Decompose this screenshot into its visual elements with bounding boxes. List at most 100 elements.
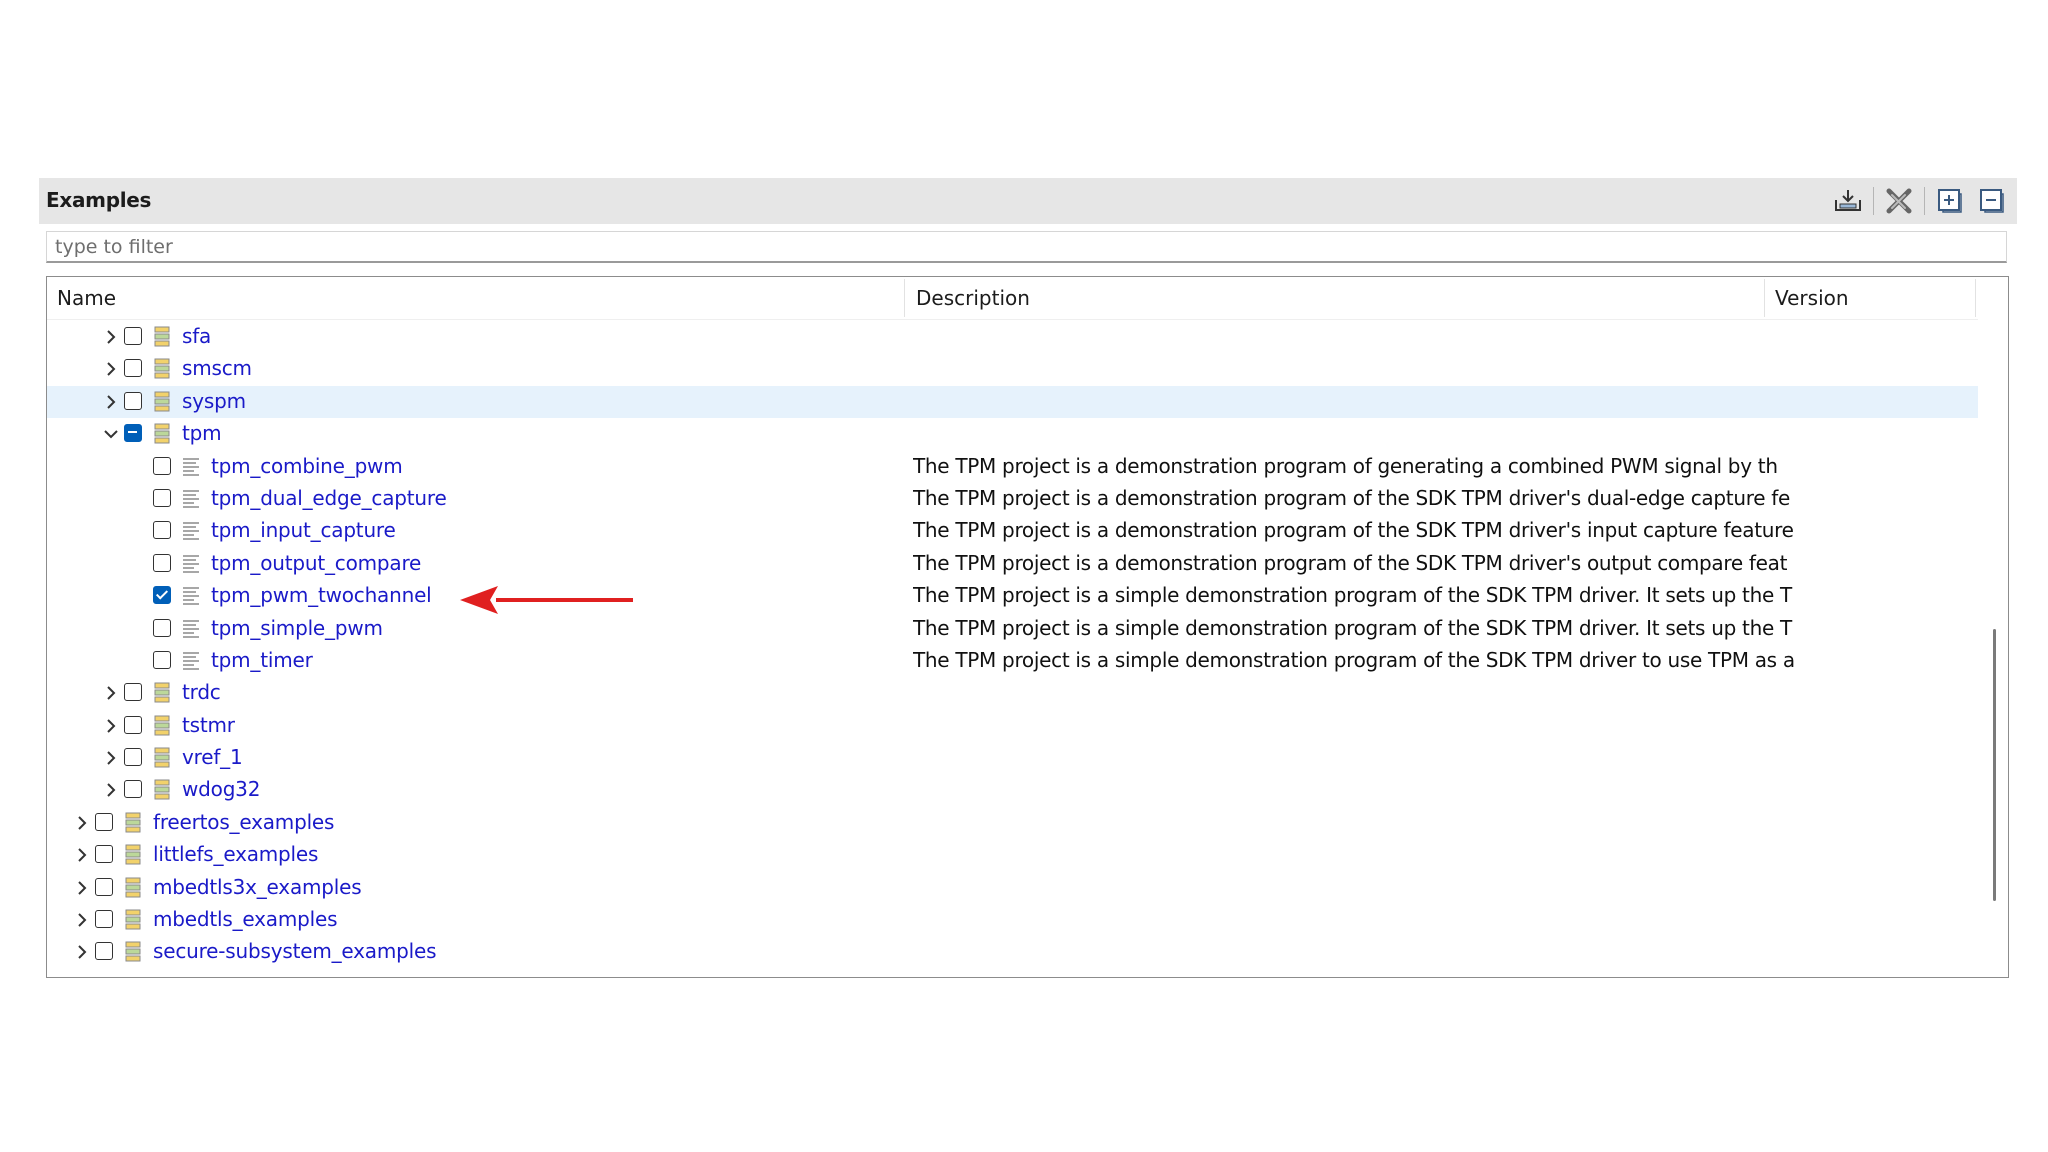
- row-name[interactable]: tpm_dual_edge_capture: [211, 486, 447, 510]
- chevron-down-icon[interactable]: [102, 424, 120, 444]
- chevron-right-icon[interactable]: [102, 327, 120, 347]
- expand-all-icon[interactable]: [1933, 184, 1967, 218]
- chevron-right-icon[interactable]: [102, 392, 120, 412]
- row-checkbox[interactable]: [153, 456, 171, 475]
- column-header-version[interactable]: Version: [1775, 277, 1849, 319]
- row-checkbox[interactable]: [95, 845, 113, 864]
- example-group-icon: [153, 358, 171, 380]
- example-project-row[interactable]: tpm_dual_edge_capture The TPM project is …: [47, 483, 1980, 515]
- example-folder-row[interactable]: syspm: [47, 385, 1980, 419]
- row-name[interactable]: secure-subsystem_examples: [153, 939, 437, 963]
- row-name[interactable]: vref_1: [182, 745, 243, 769]
- row-name[interactable]: wdog32: [182, 777, 260, 801]
- column-separator[interactable]: [904, 279, 905, 317]
- row-checkbox[interactable]: [124, 391, 142, 410]
- example-group-icon: [124, 812, 142, 834]
- row-name[interactable]: tpm: [182, 421, 222, 445]
- row-checkbox[interactable]: [153, 521, 171, 540]
- row-checkbox[interactable]: [153, 488, 171, 507]
- row-name[interactable]: smscm: [182, 356, 252, 380]
- row-checkbox[interactable]: [95, 942, 113, 961]
- row-name[interactable]: tpm_pwm_twochannel: [211, 583, 432, 607]
- document-icon: [182, 488, 200, 510]
- example-folder-row[interactable]: smscm: [47, 353, 1980, 385]
- example-folder-row[interactable]: secure-subsystem_examples: [47, 936, 1980, 968]
- row-checkbox[interactable]: [153, 586, 171, 605]
- chevron-right-icon[interactable]: [73, 845, 91, 865]
- example-folder-row[interactable]: mbedtls3x_examples: [47, 872, 1980, 904]
- chevron-right-icon[interactable]: [73, 878, 91, 898]
- example-folder-row[interactable]: mbedtls_examples: [47, 904, 1980, 936]
- example-folder-row[interactable]: vref_1: [47, 742, 1980, 774]
- column-header-description[interactable]: Description: [916, 277, 1030, 319]
- row-checkbox[interactable]: [124, 327, 142, 345]
- row-checkbox[interactable]: [95, 812, 113, 831]
- column-separator[interactable]: [1975, 279, 1976, 317]
- example-project-row[interactable]: tpm_output_compare The TPM project is a d…: [47, 548, 1980, 580]
- row-checkbox[interactable]: [153, 618, 171, 637]
- row-name[interactable]: tpm_combine_pwm: [211, 454, 403, 478]
- row-checkbox[interactable]: [95, 877, 113, 896]
- row-checkbox[interactable]: [124, 424, 142, 443]
- row-name[interactable]: freertos_examples: [153, 810, 334, 834]
- row-checkbox[interactable]: [95, 910, 113, 929]
- example-folder-row[interactable]: wdog32: [47, 774, 1980, 806]
- row-checkbox[interactable]: [124, 715, 142, 734]
- chevron-right-icon[interactable]: [73, 910, 91, 930]
- row-name[interactable]: tpm_simple_pwm: [211, 616, 383, 640]
- example-project-row[interactable]: tpm_combine_pwm The TPM project is a demo…: [47, 451, 1980, 483]
- column-header-name[interactable]: Name: [57, 277, 116, 319]
- row-name[interactable]: littlefs_examples: [153, 842, 318, 866]
- example-project-row[interactable]: tpm_simple_pwm The TPM project is a simpl…: [47, 613, 1980, 645]
- row-name[interactable]: tpm_timer: [211, 648, 313, 672]
- document-icon: [182, 553, 200, 575]
- row-name[interactable]: tpm_input_capture: [211, 518, 396, 542]
- chevron-right-icon[interactable]: [102, 683, 120, 703]
- row-description: The TPM project is a simple demonstratio…: [913, 583, 1792, 608]
- row-name[interactable]: syspm: [182, 389, 246, 413]
- example-folder-row[interactable]: tpm: [47, 418, 1980, 450]
- row-checkbox[interactable]: [153, 650, 171, 669]
- filter-input[interactable]: [46, 231, 2007, 263]
- example-group-icon: [153, 779, 171, 801]
- column-separator[interactable]: [1764, 279, 1765, 317]
- row-description: The TPM project is a demonstration progr…: [913, 550, 1788, 575]
- chevron-right-icon[interactable]: [73, 942, 91, 962]
- chevron-right-icon[interactable]: [102, 359, 120, 379]
- import-icon[interactable]: [1831, 184, 1865, 218]
- example-group-icon: [153, 391, 171, 413]
- example-project-row[interactable]: tpm_timer The TPM project is a simple dem…: [47, 645, 1980, 677]
- row-name[interactable]: mbedtls_examples: [153, 907, 338, 931]
- chevron-right-icon[interactable]: [102, 780, 120, 800]
- row-checkbox[interactable]: [153, 553, 171, 572]
- row-name[interactable]: sfa: [182, 324, 211, 348]
- delete-all-icon[interactable]: [1882, 184, 1916, 218]
- vertical-scrollbar[interactable]: [1978, 277, 2008, 977]
- example-project-row[interactable]: tpm_pwm_twochannel The TPM project is a s…: [47, 580, 1980, 612]
- row-description: The TPM project is a demonstration progr…: [913, 518, 1794, 543]
- examples-tree[interactable]: Name Description Version sfa smscm syspm tp…: [46, 276, 2009, 978]
- row-name[interactable]: mbedtls3x_examples: [153, 875, 362, 899]
- row-name[interactable]: tstmr: [182, 713, 235, 737]
- red-arrow-annotation: [460, 586, 633, 614]
- example-folder-row[interactable]: trdc: [47, 677, 1980, 709]
- row-name[interactable]: tpm_output_compare: [211, 551, 421, 575]
- row-checkbox[interactable]: [124, 748, 142, 767]
- row-checkbox[interactable]: [124, 683, 142, 702]
- row-checkbox[interactable]: [124, 780, 142, 799]
- scrollbar-thumb[interactable]: [1993, 629, 1996, 901]
- chevron-right-icon[interactable]: [102, 748, 120, 768]
- example-folder-row[interactable]: tstmr: [47, 710, 1980, 742]
- example-folder-row[interactable]: littlefs_examples: [47, 839, 1980, 871]
- example-folder-row[interactable]: freertos_examples: [47, 807, 1980, 839]
- example-project-row[interactable]: tpm_input_capture The TPM project is a de…: [47, 515, 1980, 547]
- row-name[interactable]: trdc: [182, 680, 221, 704]
- example-group-icon: [124, 909, 142, 931]
- chevron-right-icon[interactable]: [102, 716, 120, 736]
- collapse-all-icon[interactable]: [1975, 184, 2009, 218]
- row-checkbox[interactable]: [124, 359, 142, 378]
- document-icon: [182, 650, 200, 672]
- chevron-right-icon[interactable]: [73, 813, 91, 833]
- tree-rows: sfa smscm syspm tpm tpm_combine_pwm The TPM p…: [47, 321, 1980, 969]
- example-folder-row[interactable]: sfa: [47, 321, 1980, 353]
